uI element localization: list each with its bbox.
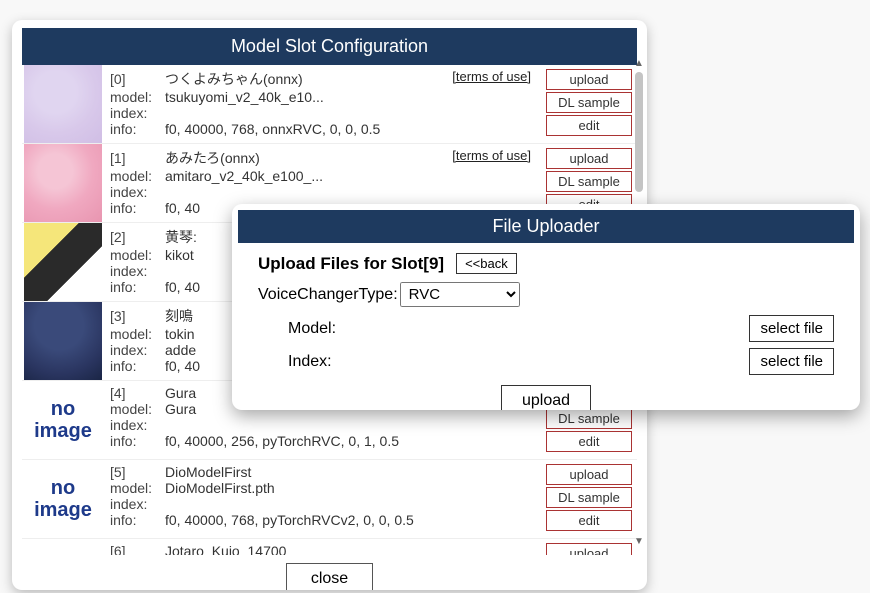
scroll-thumb[interactable]	[635, 72, 643, 192]
uploader-body: Upload Files for Slot[9] <<back VoiceCha…	[238, 243, 854, 410]
dlsample-button[interactable]: DL sample	[546, 171, 632, 192]
no-image-label: no image	[22, 398, 104, 442]
model-value: DioModelFirst.pth	[165, 480, 275, 496]
slot-name: 刻鳴	[165, 308, 193, 324]
slot-number: [4]	[110, 385, 165, 401]
info-label: info:	[110, 121, 165, 137]
slot-number: [2]	[110, 229, 165, 245]
avatar-image	[24, 302, 102, 380]
slot-thumbnail: no image	[22, 381, 104, 459]
avatar-image	[24, 144, 102, 222]
edit-button[interactable]: edit	[546, 115, 632, 136]
info-label: info:	[110, 358, 165, 374]
slot-thumbnail	[22, 144, 104, 222]
model-label: model:	[110, 168, 165, 184]
info-value: f0, 40	[165, 200, 200, 216]
slot-thumbnail	[22, 223, 104, 301]
slot-row: no image[6]Jotaro_Kujo_14700model:Jotaro…	[22, 539, 637, 555]
slot-name: DioModelFirst	[165, 464, 251, 480]
dlsample-button[interactable]: DL sample	[546, 487, 632, 508]
voice-changer-type-select[interactable]: RVC	[400, 282, 520, 307]
slot-name: Gura	[165, 385, 196, 401]
upload-button[interactable]: upload	[546, 148, 632, 169]
upload-button[interactable]: upload	[546, 69, 632, 90]
info-value: f0, 40	[165, 358, 200, 374]
slot-info: [5]DioModelFirstmodel:DioModelFirst.pthi…	[104, 460, 541, 538]
terms-of-use-link[interactable]: [terms of use]	[452, 69, 531, 84]
model-value: amitaro_v2_40k_e100_...	[165, 168, 323, 184]
uploader-title: File Uploader	[238, 210, 854, 243]
slot-thumbnail	[22, 302, 104, 380]
index-value: adde	[165, 342, 196, 358]
index-label: index:	[110, 263, 165, 279]
upload-button[interactable]: upload	[546, 543, 632, 555]
file-uploader-dialog: File Uploader Upload Files for Slot[9] <…	[232, 204, 860, 410]
back-button[interactable]: <<back	[456, 253, 517, 274]
model-value: kikot	[165, 247, 194, 263]
model-label: model:	[110, 247, 165, 263]
slot-thumbnail	[22, 65, 104, 143]
edit-button[interactable]: edit	[546, 431, 632, 452]
info-value: f0, 40000, 768, onnxRVC, 0, 0, 0.5	[165, 121, 380, 137]
slot-number: [6]	[110, 543, 165, 555]
index-file-label: Index:	[288, 353, 358, 371]
slot-row: [0]つくよみちゃん(onnx)model:tsukuyomi_v2_40k_e…	[22, 65, 637, 144]
slot-buttons: uploadDL sampleedit	[541, 460, 637, 538]
info-label: info:	[110, 200, 165, 216]
slot-row: no image[5]DioModelFirstmodel:DioModelFi…	[22, 460, 637, 539]
avatar-image	[24, 223, 102, 301]
model-file-label: Model:	[288, 320, 358, 338]
slot-info: [0]つくよみちゃん(onnx)model:tsukuyomi_v2_40k_e…	[104, 65, 541, 143]
slot-number: [5]	[110, 464, 165, 480]
slot-name: あみたろ(onnx)	[165, 150, 260, 166]
info-label: info:	[110, 279, 165, 295]
slot-info: [6]Jotaro_Kujo_14700model:Jotaro_Kujo_14…	[104, 539, 541, 555]
slot-buttons: uploadDL sampleedit	[541, 539, 637, 555]
index-label: index:	[110, 105, 165, 121]
avatar-image	[24, 65, 102, 143]
close-button[interactable]: close	[286, 563, 373, 590]
slot-number: [1]	[110, 150, 165, 166]
edit-button[interactable]: edit	[546, 510, 632, 531]
slot-number: [0]	[110, 71, 165, 87]
no-image-label: no image	[22, 477, 104, 521]
info-value: f0, 40000, 768, pyTorchRVCv2, 0, 0, 0.5	[165, 512, 414, 528]
index-label: index:	[110, 184, 165, 200]
index-label: index:	[110, 342, 165, 358]
upload-button[interactable]: upload	[546, 464, 632, 485]
panel-title: Model Slot Configuration	[22, 28, 637, 65]
index-label: index:	[110, 417, 165, 433]
model-label: model:	[110, 401, 165, 417]
info-value: f0, 40	[165, 279, 200, 295]
info-label: info:	[110, 433, 165, 449]
slot-thumbnail: no image	[22, 539, 104, 555]
model-value: Gura	[165, 401, 196, 417]
slot-name: Jotaro_Kujo_14700	[165, 543, 286, 555]
select-index-file-button[interactable]: select file	[749, 348, 834, 375]
terms-of-use-link[interactable]: [terms of use]	[452, 148, 531, 163]
close-row: close	[12, 555, 647, 590]
index-label: index:	[110, 496, 165, 512]
uploader-heading: Upload Files for Slot[9]	[258, 254, 444, 274]
slot-name: つくよみちゃん(onnx)	[165, 71, 303, 87]
dlsample-button[interactable]: DL sample	[546, 408, 632, 429]
slot-thumbnail: no image	[22, 460, 104, 538]
dlsample-button[interactable]: DL sample	[546, 92, 632, 113]
select-model-file-button[interactable]: select file	[749, 315, 834, 342]
scroll-down-icon[interactable]: ▼	[633, 536, 645, 548]
vct-label: VoiceChangerType:	[258, 286, 398, 304]
slot-buttons: uploadDL sampleedit	[541, 65, 637, 143]
model-label: model:	[110, 480, 165, 496]
model-value: tokin	[165, 326, 195, 342]
slot-name: 黄琴:	[165, 229, 197, 245]
model-label: model:	[110, 326, 165, 342]
model-label: model:	[110, 89, 165, 105]
upload-button[interactable]: upload	[501, 385, 591, 410]
info-value: f0, 40000, 256, pyTorchRVC, 0, 1, 0.5	[165, 433, 399, 449]
model-value: tsukuyomi_v2_40k_e10...	[165, 89, 324, 105]
info-label: info:	[110, 512, 165, 528]
scroll-up-icon[interactable]: ▲	[633, 58, 645, 70]
slot-number: [3]	[110, 308, 165, 324]
